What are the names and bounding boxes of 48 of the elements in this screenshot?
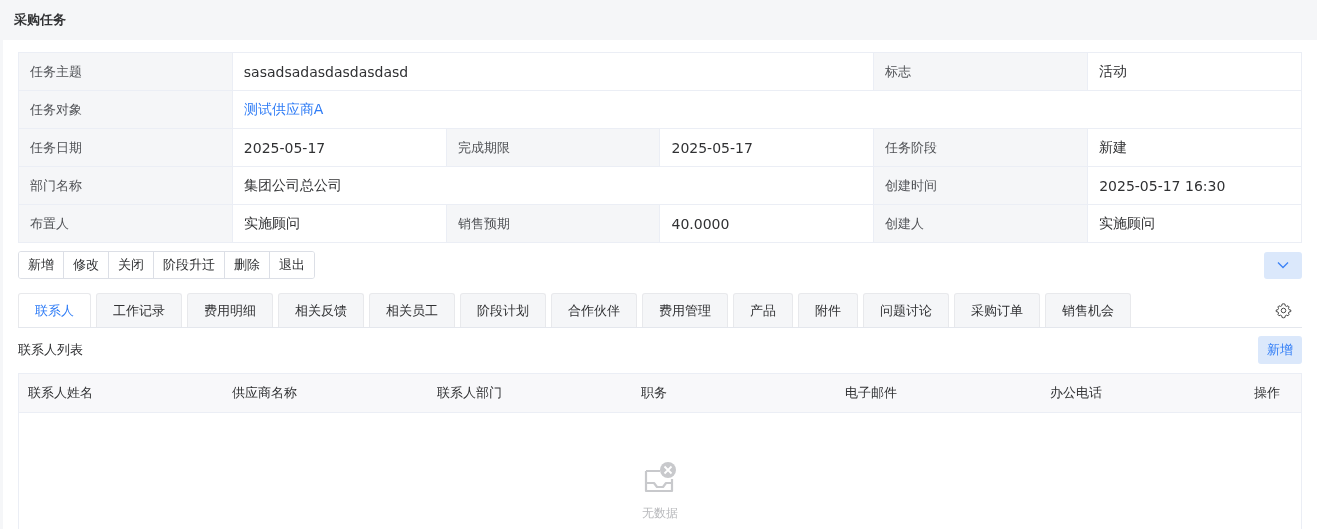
column-header: 职务 (640, 384, 668, 402)
tab[interactable]: 费用明细 (187, 293, 273, 327)
tab[interactable]: 采购订单 (954, 293, 1040, 327)
empty-text: 无数据 (642, 505, 678, 522)
column-header: 电子邮件 (844, 384, 899, 402)
field-label: 创建人 (874, 205, 1089, 243)
field-value: 实施顾问 (243, 214, 300, 233)
field-value: 2025-05-17 (671, 139, 753, 156)
field-value: 实施顾问 (1099, 214, 1156, 233)
field-label: 完成期限 (446, 129, 661, 167)
column-header: 供应商名称 (231, 384, 299, 402)
column-header: 办公电话 (1048, 384, 1103, 402)
tab[interactable]: 合作伙伴 (551, 293, 637, 327)
tab[interactable]: 销售机会 (1045, 293, 1131, 327)
tab[interactable]: 工作记录 (96, 293, 182, 327)
column-header: 操作 (1253, 384, 1281, 402)
page-title: 采购任务 (14, 11, 66, 29)
field-label: 任务主题 (19, 53, 233, 91)
field-label: 任务日期 (19, 129, 233, 167)
tab[interactable]: 问题讨论 (863, 293, 949, 327)
field-label: 布置人 (19, 205, 233, 243)
field-label: 部门名称 (19, 167, 233, 205)
column-header: 联系人姓名 (27, 384, 94, 402)
tab[interactable]: 联系人 (18, 293, 91, 327)
field-value: 新建 (1099, 138, 1128, 157)
field-value: 40.0000 (671, 215, 730, 232)
field-label: 任务阶段 (874, 129, 1089, 167)
tab[interactable]: 产品 (733, 293, 793, 327)
tab[interactable]: 相关反馈 (278, 293, 364, 327)
settings-icon[interactable] (1275, 301, 1292, 319)
field-value: 集团公司总公司 (243, 176, 342, 195)
field-value: 2025-05-17 16:30 (1099, 177, 1226, 194)
tab[interactable]: 附件 (798, 293, 858, 327)
field-label: 创建时间 (874, 167, 1089, 205)
field-value: sasadsadasdasdasdasd (243, 63, 409, 80)
tab[interactable]: 相关员工 (369, 293, 455, 327)
field-value: 活动 (1099, 62, 1128, 81)
field-value: 2025-05-17 (243, 139, 326, 156)
tab[interactable]: 阶段计划 (460, 293, 546, 327)
field-label: 任务对象 (19, 91, 233, 129)
list-title: 联系人列表 (18, 341, 83, 359)
chevron-down-icon (1277, 261, 1289, 269)
field-label: 销售预期 (446, 205, 661, 243)
tab[interactable]: 费用管理 (642, 293, 728, 327)
field-link[interactable]: 测试供应商A (243, 100, 324, 119)
action-button[interactable]: 新增 (19, 252, 64, 278)
field-label: 标志 (874, 53, 1089, 91)
column-header: 联系人部门 (435, 384, 503, 402)
